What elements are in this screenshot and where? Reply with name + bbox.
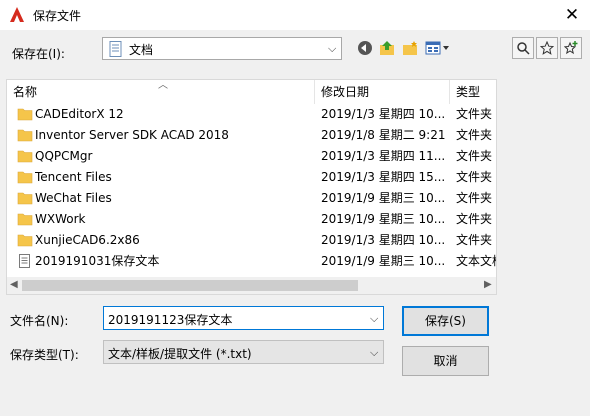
column-date-label: 修改日期 (321, 85, 370, 99)
save-in-value: 文档 (129, 43, 154, 57)
list-item[interactable]: XunjieCAD6.2x86 2019/1/3 星期四 10... 文件夹 (7, 230, 496, 251)
scroll-right-icon[interactable]: ▶ (484, 279, 492, 290)
save-in-label: 保存在(I): (12, 47, 65, 61)
scroll-left-icon[interactable]: ◀ (10, 279, 18, 290)
search-icon (517, 42, 530, 55)
list-item[interactable]: Tencent Files 2019/1/3 星期四 15... 文件夹 (7, 167, 496, 188)
file-date: 2019/1/9 星期三 10... (321, 191, 446, 205)
file-date: 2019/1/3 星期四 15... (321, 170, 446, 184)
back-button[interactable] (355, 38, 375, 58)
file-name: XunjieCAD6.2x86 (35, 233, 140, 247)
file-date: 2019/1/3 星期四 11... (321, 149, 446, 163)
folder-icon (17, 192, 33, 205)
file-type: 文件夹 (456, 191, 493, 205)
cancel-button[interactable]: 取消 (402, 346, 489, 376)
file-date: 2019/1/3 星期四 10... (321, 233, 446, 247)
file-type: 文件夹 (456, 233, 493, 247)
autocad-logo-icon (10, 7, 24, 22)
save-in-dropdown[interactable]: 文档 ⌵ (102, 37, 342, 60)
column-name-label: 名称 (13, 85, 38, 99)
file-list[interactable]: 名称 ︿ 修改日期 类型 CADEditorX 12 2019/1/3 星期四 1… (6, 79, 497, 295)
close-button[interactable]: ✕ (560, 4, 584, 26)
folder-icon (17, 234, 33, 247)
file-type: 文件夹 (456, 212, 493, 226)
filetype-dropdown[interactable]: 文本/样板/提取文件 (*.txt) ⌵ (103, 340, 384, 364)
up-folder-icon (379, 41, 394, 55)
file-date: 2019/1/9 星期三 10... (321, 254, 446, 268)
add-favorite-button[interactable] (560, 37, 582, 59)
file-type: 文件夹 (456, 107, 493, 121)
new-folder-button[interactable] (400, 38, 420, 58)
column-header-date[interactable]: 修改日期 (315, 80, 450, 104)
file-name: Inventor Server SDK ACAD 2018 (35, 128, 229, 142)
filename-label: 文件名(N): (10, 314, 69, 328)
list-item[interactable]: WeChat Files 2019/1/9 星期三 10... 文件夹 (7, 188, 496, 209)
file-date: 2019/1/8 星期二 9:21 (321, 128, 446, 142)
text-file-icon (19, 254, 30, 268)
view-menu-icon (425, 41, 449, 55)
file-date: 2019/1/9 星期三 10... (321, 212, 446, 226)
add-star-icon (564, 41, 578, 55)
file-date: 2019/1/3 星期四 10... (321, 107, 446, 121)
file-name: Tencent Files (35, 170, 112, 184)
file-type: 文件夹 (456, 149, 493, 163)
filename-value: 2019191123保存文本 (108, 313, 233, 327)
file-name: 2019191031保存文本 (35, 254, 160, 268)
file-name: QQPCMgr (35, 149, 93, 163)
filename-dropdown-icon[interactable]: ⌵ (370, 312, 378, 326)
list-item[interactable]: 2019191031保存文本 2019/1/9 星期三 10... 文本文档 (7, 251, 496, 272)
file-type: 文件夹 (456, 170, 493, 184)
column-type-label: 类型 (456, 85, 481, 99)
documents-icon (109, 41, 122, 57)
filetype-dropdown-icon[interactable]: ⌵ (370, 346, 378, 360)
back-arrow-icon (358, 41, 372, 55)
star-icon (540, 41, 554, 55)
search-button[interactable] (512, 37, 534, 59)
folder-icon (17, 129, 33, 142)
folder-icon (17, 213, 33, 226)
filename-input[interactable]: 2019191123保存文本 ⌵ (103, 306, 384, 330)
favorites-button[interactable] (536, 37, 558, 59)
folder-icon (17, 150, 33, 163)
up-folder-button[interactable] (377, 38, 397, 58)
save-button[interactable]: 保存(S) (402, 306, 489, 336)
window-title: 保存文件 (33, 9, 82, 23)
list-item[interactable]: WXWork 2019/1/9 星期三 10... 文件夹 (7, 209, 496, 230)
file-type: 文件夹 (456, 128, 493, 142)
view-menu-button[interactable] (424, 38, 452, 58)
file-type: 文本文档 (456, 254, 496, 268)
new-folder-icon (402, 41, 417, 55)
scrollbar-thumb[interactable] (22, 280, 358, 291)
file-name: WeChat Files (35, 191, 112, 205)
list-item[interactable]: QQPCMgr 2019/1/3 星期四 11... 文件夹 (7, 146, 496, 167)
column-header-type[interactable]: 类型 (450, 80, 496, 104)
filetype-label: 保存类型(T): (10, 348, 79, 362)
list-item[interactable]: Inventor Server SDK ACAD 2018 2019/1/8 星期… (7, 125, 496, 146)
list-item[interactable]: CADEditorX 12 2019/1/3 星期四 10... 文件夹 (7, 104, 496, 125)
folder-icon (17, 108, 33, 121)
file-name: CADEditorX 12 (35, 107, 124, 121)
sort-ascending-icon: ︿ (158, 80, 168, 91)
title-bar (0, 0, 590, 30)
folder-icon (17, 171, 33, 184)
filetype-value: 文本/样板/提取文件 (*.txt) (108, 347, 252, 361)
chevron-down-icon[interactable]: ⌵ (328, 42, 336, 56)
file-name: WXWork (35, 212, 86, 226)
